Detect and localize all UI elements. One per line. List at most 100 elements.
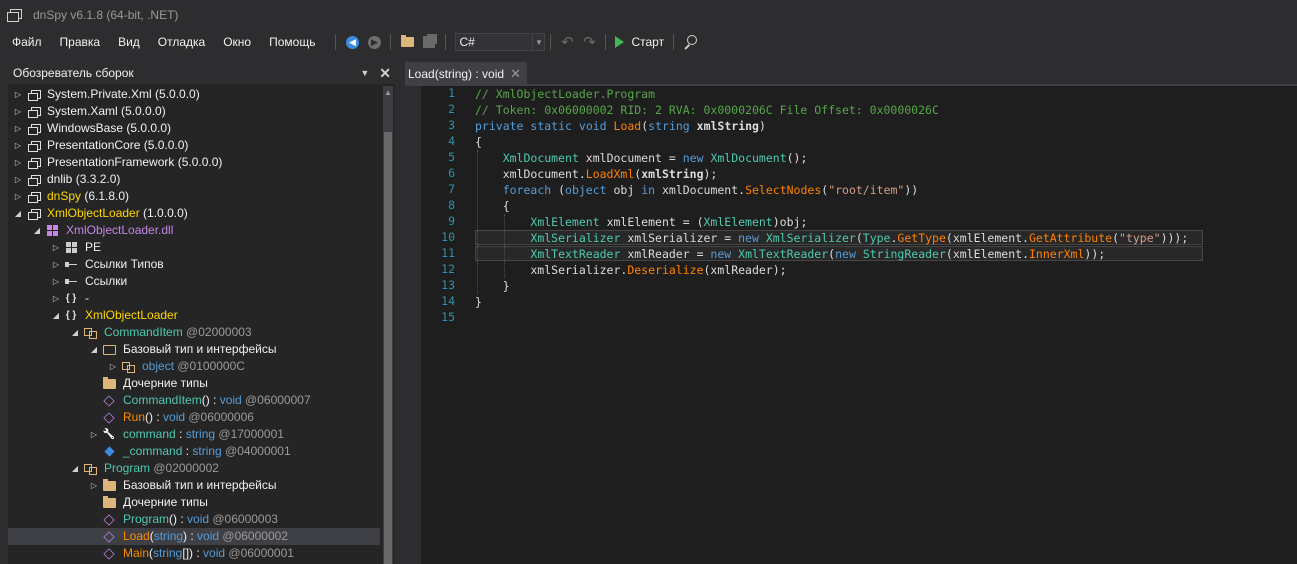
tree-item[interactable]: Load(string) : void @06000002 <box>8 528 380 545</box>
scrollbar-thumb[interactable] <box>384 132 392 564</box>
code-token: } <box>475 279 510 293</box>
expand-arrow-icon[interactable]: ▷ <box>51 273 61 290</box>
forward-button[interactable]: ▶ <box>364 32 384 52</box>
title-bar: dnSpy v6.1.8 (64-bit, .NET) <box>0 0 1297 30</box>
tree-item[interactable]: ▷ System.Private.Xml (5.0.0.0) <box>8 86 380 103</box>
tree-item[interactable]: ▷ WindowsBase (5.0.0.0) <box>8 120 380 137</box>
tree-item[interactable]: ▷ Ссылки <box>8 273 380 290</box>
tree-scrollbar[interactable]: ▲ <box>383 86 393 564</box>
toolbar-separator <box>605 34 607 50</box>
tree-item[interactable]: ▷ Ссылки Типов <box>8 256 380 273</box>
tree-item[interactable]: ◢ CommandItem @02000003 <box>8 324 380 341</box>
tree-label-part: XmlObjectLoader.dll <box>66 223 174 237</box>
redo-button[interactable]: ↷ <box>579 32 599 52</box>
expand-arrow-icon[interactable]: ▷ <box>13 188 23 205</box>
tree-item[interactable]: CommandItem() : void @06000007 <box>8 392 380 409</box>
tree-item[interactable]: ▷ dnlib (3.3.2.0) <box>8 171 380 188</box>
tree-item[interactable]: ◢ { } XmlObjectLoader <box>8 307 380 324</box>
undo-button[interactable]: ↶ <box>557 32 577 52</box>
code-token: // Token: 0x06000002 RID: 2 RVA: 0x00002… <box>475 103 939 117</box>
expand-arrow-icon[interactable]: ▷ <box>13 171 23 188</box>
code-area[interactable]: // XmlObjectLoader.Program // Token: 0x06… <box>475 86 1295 564</box>
code-token: private <box>475 119 524 133</box>
expand-arrow-icon[interactable]: ▷ <box>89 477 99 494</box>
code-editor[interactable]: 1 2 3 4 5 6 7 8 9 10 11 12 13 14 15 // XmlObjectLoader… <box>421 86 1297 564</box>
tree-item[interactable]: ▷ { } - <box>8 290 380 307</box>
collapse-arrow-icon[interactable]: ◢ <box>13 205 23 222</box>
tab-close-icon[interactable]: ✕ <box>510 66 521 82</box>
tree-item[interactable]: ▷ PE <box>8 239 380 256</box>
tree-item[interactable]: ◢ XmlObjectLoader.dll <box>8 222 380 239</box>
save-all-button[interactable] <box>419 32 439 52</box>
tree-item[interactable]: Program() : void @06000003 <box>8 511 380 528</box>
tree-item-label: XmlObjectLoader.dll <box>66 222 173 239</box>
expand-arrow-icon[interactable]: ▷ <box>13 103 23 120</box>
tree-item[interactable]: Main(string[]) : void @06000001 <box>8 545 380 562</box>
tree-item[interactable]: ▷ object @0100000C <box>8 358 380 375</box>
open-button[interactable] <box>397 32 417 52</box>
tree-item[interactable]: ▷ PresentationCore (5.0.0.0) <box>8 137 380 154</box>
dropdown-arrow-icon[interactable]: ▼ <box>360 68 369 78</box>
tree-label-part: Run <box>123 410 146 424</box>
menu-help[interactable]: Помощь <box>260 30 324 54</box>
tree-item-label: Дочерние типы <box>123 494 208 511</box>
scroll-up-icon[interactable]: ▲ <box>384 88 392 97</box>
tree-item[interactable]: ▷ PresentationFramework (5.0.0.0) <box>8 154 380 171</box>
menu-view[interactable]: Вид <box>109 30 149 54</box>
tree-item[interactable]: Дочерние типы <box>8 494 380 511</box>
expand-arrow-icon[interactable]: ▷ <box>13 154 23 171</box>
code-token: void <box>578 119 607 133</box>
tree-item[interactable]: Дочерние типы <box>8 375 380 392</box>
collapse-arrow-icon[interactable]: ◢ <box>51 307 61 324</box>
tree-item[interactable]: Run() : void @06000006 <box>8 409 380 426</box>
tree-label-part: @02000003 <box>182 325 252 339</box>
tree-label-part: string <box>153 546 183 560</box>
line-number: 13 <box>441 278 455 292</box>
collapse-arrow-icon[interactable]: ◢ <box>32 222 42 239</box>
tree-item[interactable]: ▷ 🔧 command : string @17000001 <box>8 426 380 443</box>
folder-icon <box>102 376 116 390</box>
tree-item[interactable]: _command : string @04000001 <box>8 443 380 460</box>
tree-item[interactable]: ▷ dnSpy (6.1.8.0) <box>8 188 380 205</box>
code-token: new <box>835 247 856 261</box>
expand-arrow-icon[interactable]: ▷ <box>51 239 61 256</box>
tree-label-part: Дочерние типы <box>123 495 208 509</box>
expand-arrow-icon[interactable]: ▷ <box>13 137 23 154</box>
expand-arrow-icon[interactable]: ▷ <box>51 256 61 273</box>
collapse-arrow-icon[interactable]: ◢ <box>70 324 80 341</box>
close-panel-icon[interactable]: ✕ <box>379 65 391 82</box>
tree-item-label: System.Private.Xml (5.0.0.0) <box>47 86 200 103</box>
assembly-icon <box>26 207 41 220</box>
menu-bar: Файл Правка Вид Отладка Окно Помощь ◀ ▶ … <box>0 30 1297 54</box>
tree-item[interactable]: ◢ Program @02000002 <box>8 460 380 477</box>
tree-item[interactable]: ◢ XmlObjectLoader (1.0.0.0) <box>8 205 380 222</box>
code-token: new <box>710 247 732 261</box>
tree-item-label: Load(string) : void @06000002 <box>123 528 288 545</box>
tab-load-string[interactable]: Load(string) : void ✕ <box>405 62 527 84</box>
menu-debug[interactable]: Отладка <box>149 30 214 54</box>
collapse-arrow-icon[interactable]: ◢ <box>89 341 99 358</box>
tree-item[interactable]: ▷ Базовый тип и интерфейсы <box>8 477 380 494</box>
tree-item[interactable]: ◢ Базовый тип и интерфейсы <box>8 341 380 358</box>
menu-file[interactable]: Файл <box>0 30 51 54</box>
language-select[interactable]: C# ▼ <box>455 33 546 51</box>
expand-arrow-icon[interactable]: ▷ <box>108 358 118 375</box>
panel-splitter[interactable] <box>395 54 405 564</box>
code-line: XmlTextReader xmlReader = new XmlTextRea… <box>475 246 1105 262</box>
class-icon <box>83 326 97 339</box>
expand-arrow-icon[interactable]: ▷ <box>13 120 23 137</box>
tree-item[interactable]: ▷ System.Xaml (5.0.0.0) <box>8 103 380 120</box>
expand-arrow-icon[interactable]: ▷ <box>51 290 61 307</box>
method-icon <box>102 530 116 543</box>
expand-arrow-icon[interactable]: ▷ <box>13 86 23 103</box>
search-button[interactable] <box>680 32 700 52</box>
back-button[interactable]: ◀ <box>342 32 362 52</box>
start-button[interactable]: Старт <box>611 35 668 49</box>
assembly-tree[interactable]: ▷ System.Private.Xml (5.0.0.0) ▷ System.Xam… <box>8 86 380 564</box>
tree-item-label: Базовый тип и интерфейсы <box>123 477 276 494</box>
expand-arrow-icon[interactable]: ▷ <box>89 426 99 443</box>
menu-edit[interactable]: Правка <box>51 30 110 54</box>
collapse-arrow-icon[interactable]: ◢ <box>70 460 80 477</box>
menu-window[interactable]: Окно <box>214 30 260 54</box>
